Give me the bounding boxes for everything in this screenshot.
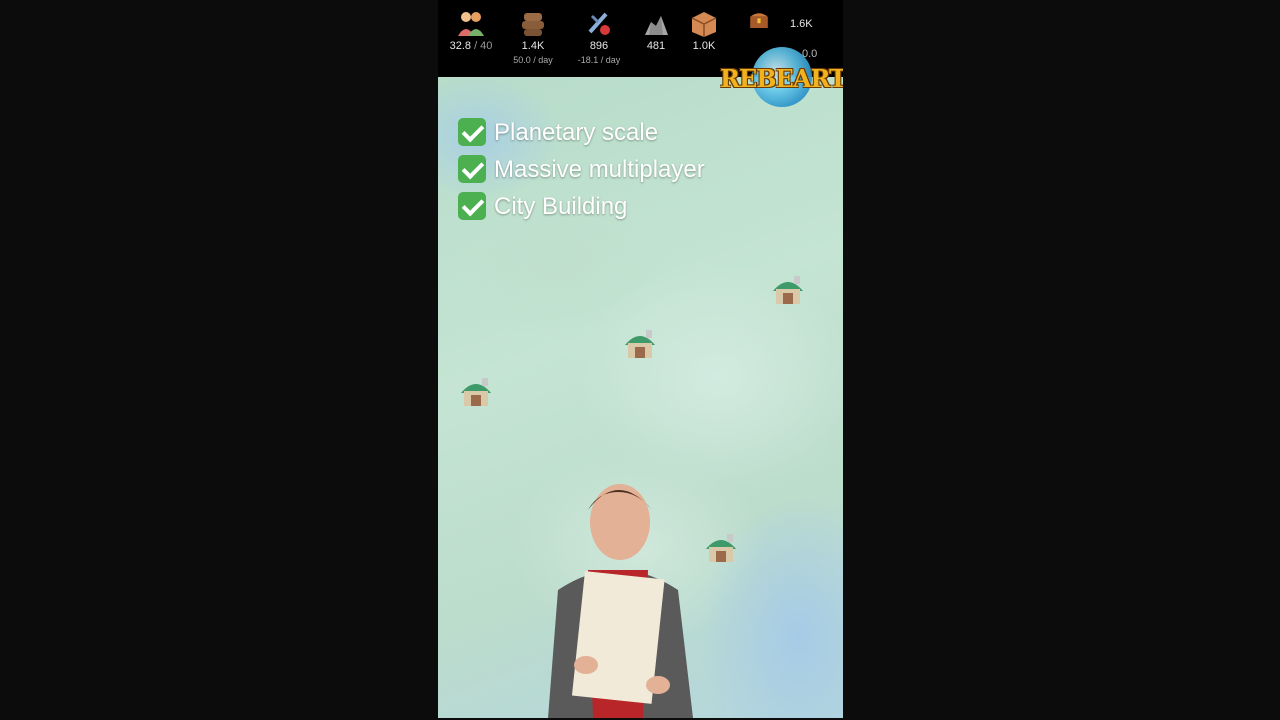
settlement-building-icon[interactable] — [770, 273, 806, 307]
stone-value: 481 — [646, 40, 666, 52]
checkmark-icon — [458, 154, 486, 183]
feature-planetary-scale: Planetary scale — [458, 117, 658, 148]
resource-goods[interactable]: 1.0K — [686, 8, 722, 52]
wood-value: 1.4K — [521, 40, 545, 52]
settlement-building-icon[interactable] — [458, 375, 494, 409]
resource-population[interactable]: 32.8 / 40 — [448, 8, 494, 52]
resource-stone[interactable]: 481 — [636, 8, 676, 52]
crate-icon — [691, 12, 717, 37]
population-value: 32.8 — [449, 40, 471, 52]
gold-chest-icon — [750, 13, 768, 28]
food-icon — [588, 12, 610, 35]
resource-treasure[interactable] — [744, 8, 774, 34]
food-value: 896 — [589, 40, 609, 52]
rebearth-logo: REBEARTH — [718, 44, 843, 114]
goods-value: 1.0K — [692, 40, 716, 52]
wood-rate: 50.0 / day — [513, 55, 553, 65]
checkmark-icon — [458, 117, 486, 146]
feature-city-building: City Building — [458, 191, 627, 222]
population-cap: / 40 — [474, 40, 493, 52]
resource-wood[interactable]: 1.4K 50.0 / day — [510, 8, 556, 65]
resource-food[interactable]: 896 -18.1 / day — [576, 8, 622, 65]
food-rate: -18.1 / day — [577, 55, 621, 65]
wood-logs-icon — [522, 13, 544, 36]
feature-massive-multiplayer: Massive multiplayer — [458, 154, 705, 185]
treasure-value: 1.6K — [790, 18, 813, 30]
settlement-building-icon[interactable] — [622, 327, 658, 361]
population-icon — [458, 12, 484, 36]
checkmark-icon — [458, 191, 486, 220]
presenter-figure — [548, 484, 693, 718]
stone-icon — [645, 16, 668, 35]
game-viewport: 32.8 / 40 1.4K 50.0 / day 896 -18.1 / da… — [438, 0, 843, 718]
